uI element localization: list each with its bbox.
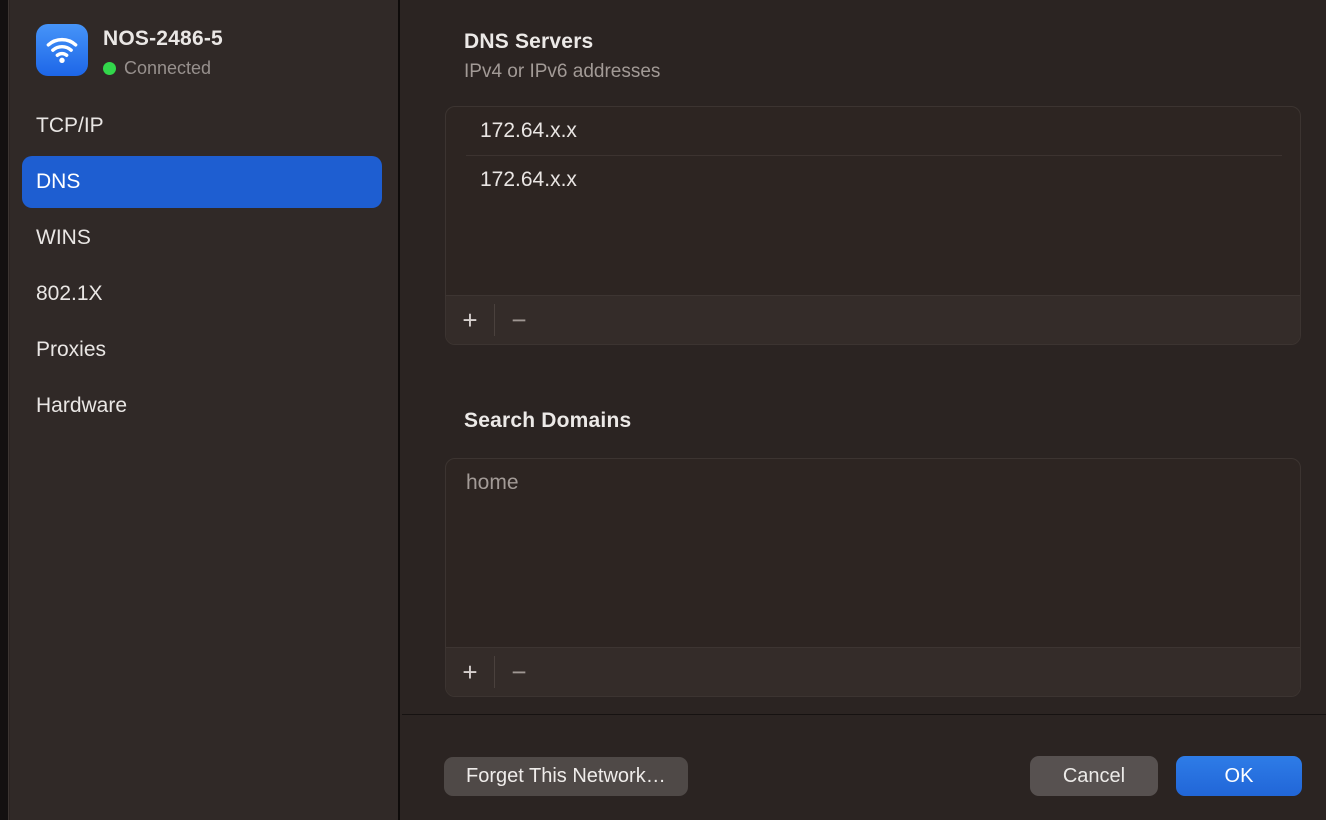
footer-divider bbox=[402, 714, 1326, 715]
sidebar-item-8021x[interactable]: 802.1X bbox=[22, 268, 382, 320]
search-domains-list: home + − bbox=[445, 458, 1301, 697]
remove-search-domain-button[interactable]: − bbox=[495, 648, 543, 696]
dns-servers-subtitle: IPv4 or IPv6 addresses bbox=[464, 61, 660, 83]
ok-button[interactable]: OK bbox=[1176, 756, 1302, 796]
window-edge bbox=[0, 0, 9, 820]
search-domain-row-1[interactable]: home bbox=[446, 459, 1300, 507]
network-header: NOS-2486-5 Connected bbox=[36, 24, 223, 79]
wifi-icon bbox=[36, 24, 88, 76]
search-domains-controls: + − bbox=[446, 647, 1300, 696]
sidebar-item-proxies[interactable]: Proxies bbox=[22, 324, 382, 376]
dns-servers-title: DNS Servers bbox=[464, 30, 593, 54]
network-meta: NOS-2486-5 Connected bbox=[103, 24, 223, 79]
add-search-domain-button[interactable]: + bbox=[446, 648, 494, 696]
dns-server-row-2[interactable]: 172.64.x.x bbox=[446, 156, 1300, 204]
network-status-label: Connected bbox=[124, 58, 211, 79]
search-domains-rows: home bbox=[446, 459, 1300, 647]
sidebar-item-dns[interactable]: DNS bbox=[22, 156, 382, 208]
add-dns-server-button[interactable]: + bbox=[446, 296, 494, 344]
forget-network-button[interactable]: Forget This Network… bbox=[444, 757, 688, 796]
dns-server-row-1[interactable]: 172.64.x.x bbox=[446, 107, 1300, 155]
dns-servers-rows: 172.64.x.x 172.64.x.x bbox=[446, 107, 1300, 295]
sidebar-item-tcp-ip[interactable]: TCP/IP bbox=[22, 100, 382, 152]
connected-dot-icon bbox=[103, 62, 116, 75]
network-name: NOS-2486-5 bbox=[103, 27, 223, 51]
sidebar-item-hardware[interactable]: Hardware bbox=[22, 380, 382, 432]
dns-servers-list: 172.64.x.x 172.64.x.x + − bbox=[445, 106, 1301, 345]
sidebar: NOS-2486-5 Connected TCP/IP DNS WINS 802… bbox=[10, 0, 400, 820]
search-domains-title: Search Domains bbox=[464, 409, 631, 433]
sidebar-item-wins[interactable]: WINS bbox=[22, 212, 382, 264]
dns-servers-controls: + − bbox=[446, 295, 1300, 344]
search-domain-value-1: home bbox=[466, 471, 519, 495]
remove-dns-server-button[interactable]: − bbox=[495, 296, 543, 344]
dns-details-panel: DNS Servers IPv4 or IPv6 addresses 172.6… bbox=[402, 0, 1326, 820]
wifi-network-details-dialog: NOS-2486-5 Connected TCP/IP DNS WINS 802… bbox=[0, 0, 1326, 820]
network-status: Connected bbox=[103, 58, 223, 79]
dns-server-value-2: 172.64.x.x bbox=[480, 168, 577, 192]
sidebar-nav: TCP/IP DNS WINS 802.1X Proxies Hardware bbox=[22, 100, 382, 432]
cancel-button[interactable]: Cancel bbox=[1030, 756, 1158, 796]
dns-server-value-1: 172.64.x.x bbox=[480, 119, 577, 143]
